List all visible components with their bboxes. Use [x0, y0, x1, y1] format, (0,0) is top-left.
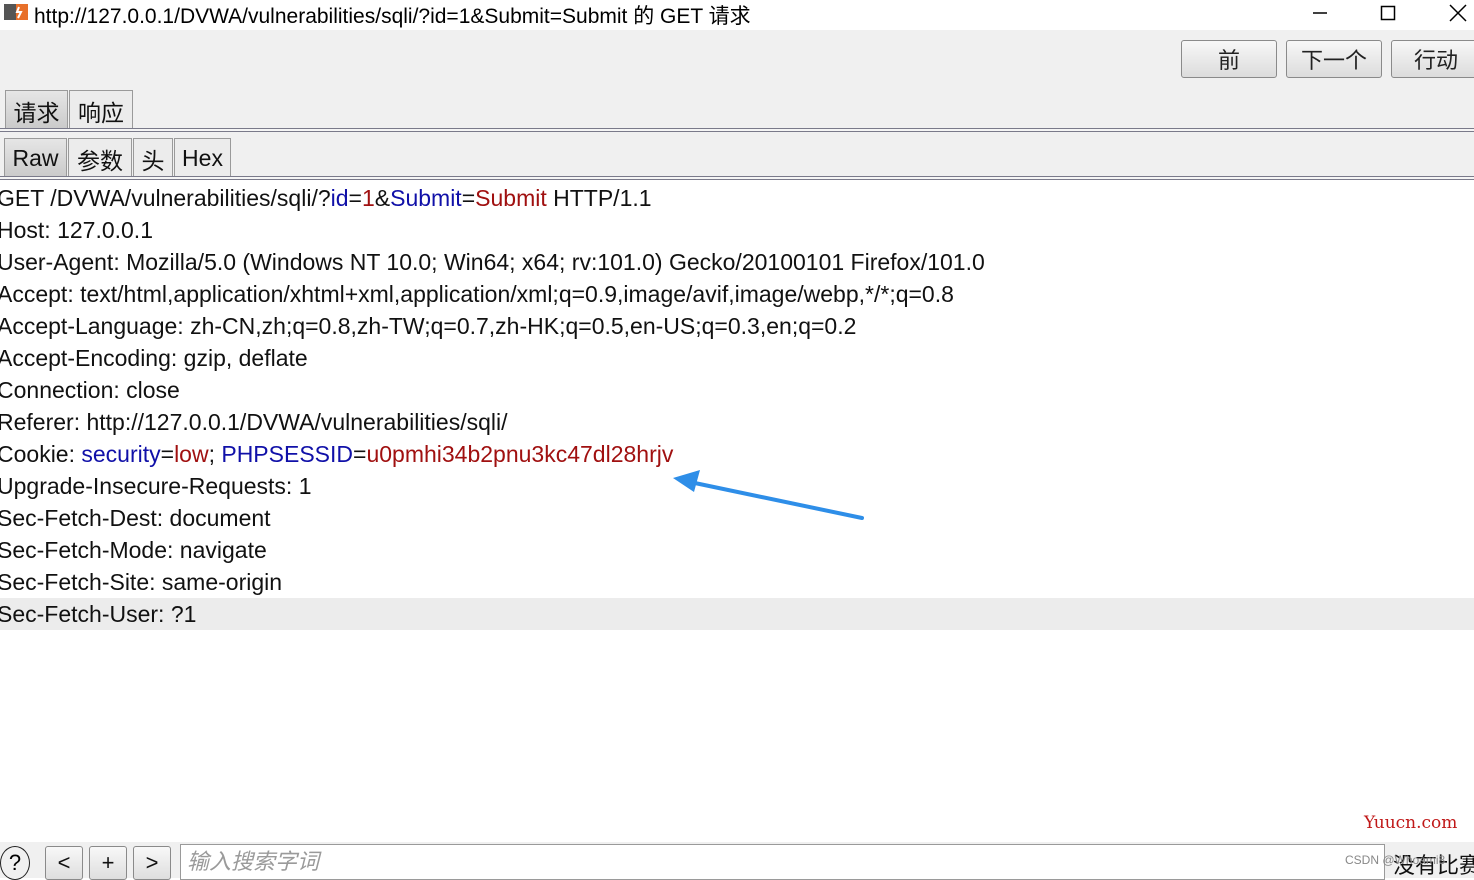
help-button[interactable]: ?: [0, 846, 30, 880]
minimize-icon: [1313, 12, 1327, 14]
equals-sign: =: [461, 185, 476, 211]
next-button[interactable]: 下一个: [1286, 40, 1382, 78]
cookie-separator: ;: [208, 441, 222, 467]
cookie-name: security: [81, 441, 161, 467]
search-next-button[interactable]: >: [133, 846, 171, 880]
search-previous-button[interactable]: <: [45, 846, 83, 880]
header-line: Sec-Fetch-Mode: navigate: [0, 537, 267, 563]
header-line: Accept-Encoding: gzip, deflate: [0, 345, 308, 371]
ampersand: &: [374, 185, 391, 211]
http-version: HTTP/1.1: [553, 185, 652, 211]
param-value: 1: [361, 185, 375, 211]
minimize-button[interactable]: [1290, 0, 1350, 26]
help-icon: ?: [8, 850, 22, 875]
tab-headers[interactable]: 头: [133, 138, 173, 178]
param-name: id: [330, 185, 349, 211]
csdn-watermark: CSDN @Whoami8: [1345, 853, 1446, 867]
header-line: Connection: close: [0, 377, 180, 403]
previous-button[interactable]: 前: [1181, 40, 1277, 78]
cookie-label: Cookie:: [0, 441, 82, 467]
close-icon: [1449, 4, 1467, 22]
navigation-toolbar: 前 下一个 行动: [0, 30, 1474, 82]
close-button[interactable]: [1428, 0, 1474, 26]
search-input[interactable]: [180, 844, 1385, 880]
main-tab-bar: 请求 响应: [0, 82, 1474, 130]
title-bar: http://127.0.0.1/DVWA/vulnerabilities/sq…: [0, 0, 1474, 30]
view-tab-divider: [0, 176, 1474, 180]
tab-raw[interactable]: Raw: [4, 138, 67, 178]
tab-response[interactable]: 响应: [69, 90, 133, 130]
header-line: Referer: http://127.0.0.1/DVWA/vulnerabi…: [0, 409, 508, 435]
header-line: Accept-Language: zh-CN,zh;q=0.8,zh-TW;q=…: [0, 313, 857, 339]
equals-sign: =: [348, 185, 362, 211]
header-line: Sec-Fetch-Dest: document: [0, 505, 271, 531]
param-value: Submit: [475, 185, 547, 211]
site-watermark: Yuucn.com: [1364, 813, 1458, 833]
equals-sign: =: [160, 441, 175, 467]
raw-request-editor[interactable]: GET /DVWA/vulnerabilities/sqli/?id=1&Sub…: [0, 182, 1474, 842]
param-name: Submit: [390, 185, 462, 211]
header-line: User-Agent: Mozilla/5.0 (Windows NT 10.0…: [0, 249, 985, 275]
session-id-value: u0pmhi34b2pnu3kc47dl28hrjv: [366, 441, 674, 467]
search-add-button[interactable]: +: [89, 846, 127, 880]
header-line-current: Sec-Fetch-User: ?1: [0, 598, 1474, 630]
maximize-icon: [1380, 5, 1396, 21]
header-line: Accept: text/html,application/xhtml+xml,…: [0, 281, 954, 307]
view-tab-bar: Raw 参数 头 Hex: [0, 132, 1474, 178]
burp-icon: [4, 4, 28, 20]
header-line: Sec-Fetch-Site: same-origin: [0, 569, 283, 595]
http-method: GET: [0, 185, 44, 211]
tab-request[interactable]: 请求: [5, 90, 68, 130]
tab-hex[interactable]: Hex: [174, 138, 231, 178]
header-line: Host: 127.0.0.1: [0, 217, 153, 243]
tab-params[interactable]: 参数: [68, 138, 132, 178]
window-title: http://127.0.0.1/DVWA/vulnerabilities/sq…: [34, 5, 751, 28]
maximize-button[interactable]: [1358, 0, 1418, 26]
cookie-name: PHPSESSID: [221, 441, 354, 467]
request-path: /DVWA/vulnerabilities/sqli/?: [50, 185, 331, 211]
search-bar: ? < + > 没有比赛: [0, 842, 1474, 880]
equals-sign: =: [353, 441, 367, 467]
cookie-line: Cookie: security=low; PHPSESSID=u0pmhi34…: [0, 438, 1474, 470]
action-button[interactable]: 行动: [1391, 40, 1474, 78]
request-line: GET /DVWA/vulnerabilities/sqli/?id=1&Sub…: [0, 182, 1474, 214]
header-line: Upgrade-Insecure-Requests: 1: [0, 473, 312, 499]
cookie-value: low: [174, 441, 209, 467]
